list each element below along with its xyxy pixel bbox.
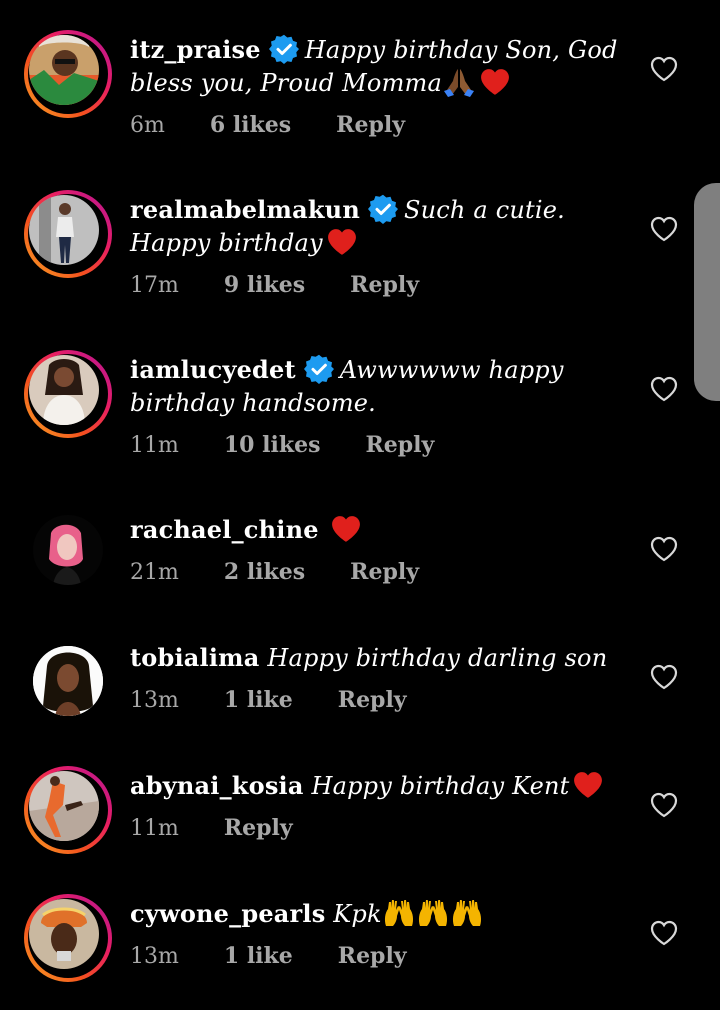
verified-badge-icon xyxy=(304,354,334,384)
comment-time: 13m xyxy=(130,688,179,713)
comment-text: itz_praise Happy birthday Son, God bless … xyxy=(130,33,620,100)
red-heart-icon xyxy=(331,515,361,543)
avatar[interactable] xyxy=(24,506,112,594)
verified-badge-icon xyxy=(269,34,299,64)
like-heart-icon[interactable] xyxy=(650,376,678,402)
red-heart-icon xyxy=(573,771,603,799)
comment-time: 21m xyxy=(130,560,179,585)
avatar[interactable] xyxy=(24,350,112,438)
comment-text: abynai_kosia Happy birthday Kent xyxy=(130,769,620,803)
reply-button[interactable]: Reply xyxy=(365,432,434,458)
username[interactable]: itz_praise xyxy=(130,35,261,64)
avatar[interactable] xyxy=(24,30,112,118)
reply-button[interactable]: Reply xyxy=(336,112,405,138)
comment-text: iamlucyedet Awwwwww happy birthday handso… xyxy=(130,353,620,420)
like-heart-icon[interactable] xyxy=(650,216,678,242)
comment-body: Happy birthday darling son xyxy=(267,644,608,672)
comment-meta: 11m 10 likes Reply xyxy=(130,432,472,458)
raising-hands-icon xyxy=(382,898,416,928)
comment-time: 17m xyxy=(130,273,179,298)
avatar-image xyxy=(29,195,99,265)
comment-meta: 11m Reply xyxy=(130,815,331,841)
like-heart-icon[interactable] xyxy=(650,56,678,82)
avatar[interactable] xyxy=(24,190,112,278)
comment-meta: 13m 1 like Reply xyxy=(130,943,445,969)
red-heart-icon xyxy=(480,68,510,96)
username[interactable]: abynai_kosia xyxy=(130,771,304,800)
comment-text: rachael_chine xyxy=(130,513,620,547)
like-heart-icon[interactable] xyxy=(650,920,678,946)
red-heart-icon xyxy=(327,228,357,256)
comment-body: Happy birthday Kent xyxy=(311,772,570,800)
avatar-image xyxy=(29,355,99,425)
avatar-image xyxy=(33,515,103,585)
avatar[interactable] xyxy=(24,766,112,854)
like-heart-icon[interactable] xyxy=(650,536,678,562)
like-heart-icon[interactable] xyxy=(650,664,678,690)
reply-button[interactable]: Reply xyxy=(350,559,419,585)
raising-hands-icon xyxy=(416,898,450,928)
likes-count[interactable]: 10 likes xyxy=(224,432,321,458)
comment-time: 11m xyxy=(130,816,179,841)
reply-button[interactable]: Reply xyxy=(224,815,293,841)
likes-count[interactable]: 1 like xyxy=(224,943,293,969)
comment-text: cywone_pearls Kpk xyxy=(130,897,620,931)
avatar-image xyxy=(29,899,99,969)
username[interactable]: realmabelmakun xyxy=(130,195,360,224)
comment-meta: 13m 1 like Reply xyxy=(130,687,445,713)
comment-meta: 21m 2 likes Reply xyxy=(130,559,457,585)
reply-button[interactable]: Reply xyxy=(338,687,407,713)
likes-count[interactable]: 1 like xyxy=(224,687,293,713)
like-heart-icon[interactable] xyxy=(650,792,678,818)
avatar[interactable] xyxy=(24,894,112,982)
avatar[interactable] xyxy=(24,637,112,725)
username[interactable]: tobialima xyxy=(130,643,260,672)
avatar-image xyxy=(29,35,99,105)
username[interactable]: rachael_chine xyxy=(130,515,319,544)
comment-time: 11m xyxy=(130,433,179,458)
comment-meta: 6m 6 likes Reply xyxy=(130,112,443,138)
folded-hands-icon xyxy=(442,67,476,97)
raising-hands-icon xyxy=(450,898,484,928)
scrollbar-handle[interactable] xyxy=(694,183,720,401)
verified-badge-icon xyxy=(368,194,398,224)
reply-button[interactable]: Reply xyxy=(350,272,419,298)
comment-text: tobialima Happy birthday darling son xyxy=(130,641,620,675)
comment-meta: 17m 9 likes Reply xyxy=(130,272,457,298)
likes-count[interactable]: 6 likes xyxy=(210,112,291,138)
comment-body: Kpk xyxy=(333,900,382,928)
username[interactable]: cywone_pearls xyxy=(130,899,325,928)
avatar-image xyxy=(29,771,99,841)
likes-count[interactable]: 2 likes xyxy=(224,559,305,585)
comment-time: 6m xyxy=(130,113,165,138)
reply-button[interactable]: Reply xyxy=(338,943,407,969)
likes-count[interactable]: 9 likes xyxy=(224,272,305,298)
comment-time: 13m xyxy=(130,944,179,969)
avatar-image xyxy=(33,646,103,716)
username[interactable]: iamlucyedet xyxy=(130,355,296,384)
comment-text: realmabelmakun Such a cutie. Happy birthd… xyxy=(130,193,620,260)
